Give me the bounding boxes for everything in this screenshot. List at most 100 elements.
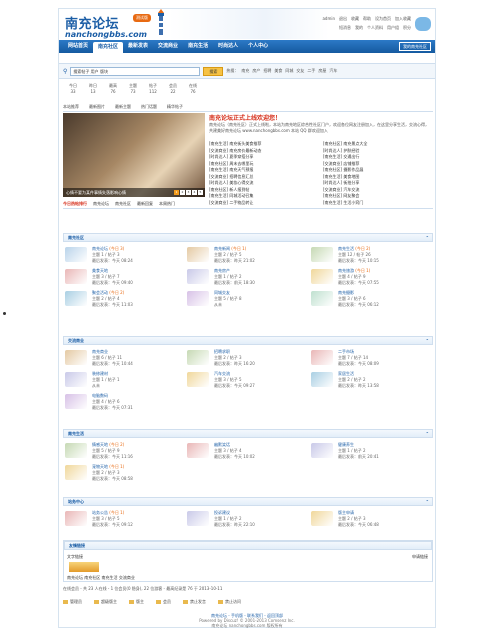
nav-item-fashion[interactable]: 时尚达人 (213, 40, 243, 53)
collapse-icon[interactable]: ⌃ (426, 498, 429, 505)
hot-search-item[interactable]: 南充 (241, 68, 249, 74)
nav-item-personal[interactable]: 个人中心 (243, 40, 273, 53)
collapse-icon[interactable]: ⌃ (426, 337, 429, 344)
link-banner-image[interactable] (69, 562, 99, 572)
forum-icon[interactable] (65, 511, 87, 526)
forum-last-post[interactable]: 最后发表：今天 08:09 (338, 361, 379, 367)
forum-icon[interactable] (187, 291, 209, 306)
nav-item-business[interactable]: 交流商业 (153, 40, 183, 53)
search-input[interactable]: 搜索帖子 用户 版块 (70, 66, 201, 76)
forum-last-post[interactable]: 从未 (92, 383, 100, 389)
tab-elite[interactable]: 精华帖子 (167, 104, 183, 111)
forum-item[interactable]: 同城交友 主题 5 / 帖子 8 从未 (187, 289, 305, 309)
forum-icon[interactable] (187, 247, 209, 262)
user-link[interactable]: 设为首页 (375, 16, 391, 22)
forum-icon[interactable] (65, 443, 87, 458)
pager-button[interactable]: 3 (186, 190, 191, 195)
hot-search-item[interactable]: 同城 (285, 68, 293, 74)
hot-search-item[interactable]: 美食 (274, 68, 282, 74)
my-community-dropdown[interactable]: 我的南充社区 (399, 42, 431, 51)
tab-images[interactable]: 最新图片 (89, 104, 105, 111)
forum-last-post[interactable]: 最后发表：今天 06:12 (338, 302, 379, 308)
user-link[interactable]: 个人资料 (367, 25, 383, 31)
forum-icon[interactable] (311, 372, 333, 387)
forum-last-post[interactable]: 最后发表：今天 09:12 (92, 522, 133, 528)
forum-last-post[interactable]: 最后发表：今天 07:55 (338, 280, 379, 286)
forum-item[interactable]: 投诉建议 主题 1 / 帖子 2 最后发表：昨天 22:10 (187, 509, 305, 529)
hot-search-item[interactable]: 交友 (296, 68, 304, 74)
forum-item[interactable]: 南充摄影 主题 3 / 帖子 6 最后发表：今天 06:12 (311, 289, 429, 309)
forum-icon[interactable] (187, 269, 209, 284)
pager-button[interactable]: 5 (198, 190, 203, 195)
user-link[interactable]: 加入收藏 (395, 16, 411, 22)
hot-search-item[interactable]: 二手 (307, 68, 315, 74)
forum-item[interactable]: 南充旅游 (今日 1) 主题 4 / 帖子 9 最后发表：今天 07:55 (311, 267, 429, 287)
forum-icon[interactable] (65, 247, 87, 262)
user-link[interactable]: 帮助 (363, 16, 371, 22)
forum-item[interactable]: 情感天地 (今日 2) 主题 5 / 帖子 9 最后发表：今天 11:16 (65, 441, 183, 461)
section-header[interactable]: 南充生活 ⌃ (63, 429, 433, 438)
pager-button[interactable]: 1 (174, 190, 179, 195)
forum-icon[interactable] (187, 350, 209, 365)
pager-button[interactable]: 4 (192, 190, 197, 195)
nav-item-community[interactable]: 南充社区 (93, 42, 124, 53)
hot-search-item[interactable]: 房屋 (318, 68, 326, 74)
user-link[interactable]: 退出 (339, 16, 347, 22)
nav-item-home[interactable]: 网站首页 (63, 40, 93, 53)
forum-last-post[interactable]: 最后发表：昨天 16:20 (214, 361, 255, 367)
forum-last-post[interactable]: 最后发表：前天 18:30 (214, 280, 255, 286)
section-header[interactable]: 交流商业 ⌃ (63, 336, 433, 345)
forum-item[interactable]: 站务公告 (今日 1) 主题 3 / 帖子 5 最后发表：今天 09:12 (65, 509, 183, 529)
nav-item-latest[interactable]: 最新发表 (123, 40, 153, 53)
forum-last-post[interactable]: 最后发表：昨天 13:58 (338, 383, 379, 389)
forum-item[interactable]: 汽车交流 主题 3 / 帖子 5 最后发表：今天 09:27 (187, 370, 305, 390)
forum-item[interactable]: 南充论坛 (今日 3) 主题 1 / 帖子 3 最后发表：今天 08:24 (65, 245, 183, 265)
forum-item[interactable]: 二手市场 主题 7 / 帖子 14 最后发表：今天 08:09 (311, 348, 429, 368)
forum-item[interactable]: 南充新闻 (今日 1) 主题 2 / 帖子 5 最后发表：昨天 21:02 (187, 245, 305, 265)
tab-news[interactable]: 南充社区 (115, 201, 131, 207)
forum-last-post[interactable]: 最后发表：昨天 22:10 (214, 522, 255, 528)
forum-icon[interactable] (65, 269, 87, 284)
tab-hot-today[interactable]: 今日热帖排行 (63, 201, 87, 207)
forum-icon[interactable] (311, 443, 333, 458)
pager-button[interactable]: 2 (180, 190, 185, 195)
forum-icon[interactable] (311, 247, 333, 262)
nav-item-life[interactable]: 南充生活 (183, 40, 213, 53)
user-link[interactable]: admin (322, 16, 335, 22)
tab-news[interactable]: 最新回复 (137, 201, 153, 207)
tab-hot[interactable]: 热门话题 (141, 104, 157, 111)
forum-last-post[interactable]: 最后发表：今天 08:58 (92, 476, 133, 482)
forum-last-post[interactable]: 最后发表：今天 06:48 (338, 522, 379, 528)
forum-last-post[interactable]: 最后发表：昨天 21:02 (214, 258, 255, 264)
forum-item[interactable]: 南充生活 (今日 2) 主题 12 / 帖子 26 最后发表：今天 10:15 (311, 245, 429, 265)
apply-link[interactable]: 申请链接 (412, 554, 428, 560)
forum-item[interactable]: 聚会活动 (今日 2) 主题 2 / 帖子 4 最后发表：今天 11:03 (65, 289, 183, 309)
forum-item[interactable]: 装修建材 主题 1 / 帖子 1 从未 (65, 370, 183, 390)
tab-news[interactable]: 本周热门 (159, 201, 175, 207)
forum-icon[interactable] (311, 269, 333, 284)
forum-item[interactable]: 南充商业 主题 6 / 帖子 11 最后发表：今天 10:44 (65, 348, 183, 368)
forum-last-post[interactable]: 最后发表：今天 10:44 (92, 361, 133, 367)
section-header[interactable]: 南充社区 ⌃ (63, 233, 433, 242)
forum-icon[interactable] (311, 291, 333, 306)
tab-news[interactable]: 南充论坛 (93, 201, 109, 207)
forum-last-post[interactable]: 最后发表：前天 20:41 (338, 454, 379, 460)
forum-icon[interactable] (311, 350, 333, 365)
user-link[interactable]: 我的 (355, 25, 363, 31)
forum-item[interactable]: 电脑数码 主题 4 / 帖子 6 最后发表：今天 07:31 (65, 392, 183, 412)
forum-icon[interactable] (187, 372, 209, 387)
forum-item[interactable]: 招聘求职 主题 2 / 帖子 3 最后发表：昨天 16:20 (187, 348, 305, 368)
forum-item[interactable]: 健康养生 主题 1 / 帖子 2 最后发表：前天 20:41 (311, 441, 429, 461)
user-link[interactable]: 短消息 (339, 25, 351, 31)
hot-search-item[interactable]: 房产 (252, 68, 260, 74)
links-text[interactable]: 南充论坛 南充社区 南充生活 交流商业 (67, 575, 135, 581)
forum-last-post[interactable]: 最后发表：今天 11:16 (92, 454, 133, 460)
featured-photo[interactable]: 心情不要为某件事情失落影响心情 1 2 3 4 5 (63, 113, 205, 197)
forum-last-post[interactable]: 最后发表：今天 09:40 (92, 280, 133, 286)
collapse-icon[interactable]: ⌃ (426, 430, 429, 437)
forum-icon[interactable] (65, 291, 87, 306)
forum-last-post[interactable]: 最后发表：今天 09:27 (214, 383, 255, 389)
forum-icon[interactable] (187, 511, 209, 526)
forum-last-post[interactable]: 最后发表：今天 10:15 (338, 258, 379, 264)
hot-search-item[interactable]: 招聘 (263, 68, 271, 74)
